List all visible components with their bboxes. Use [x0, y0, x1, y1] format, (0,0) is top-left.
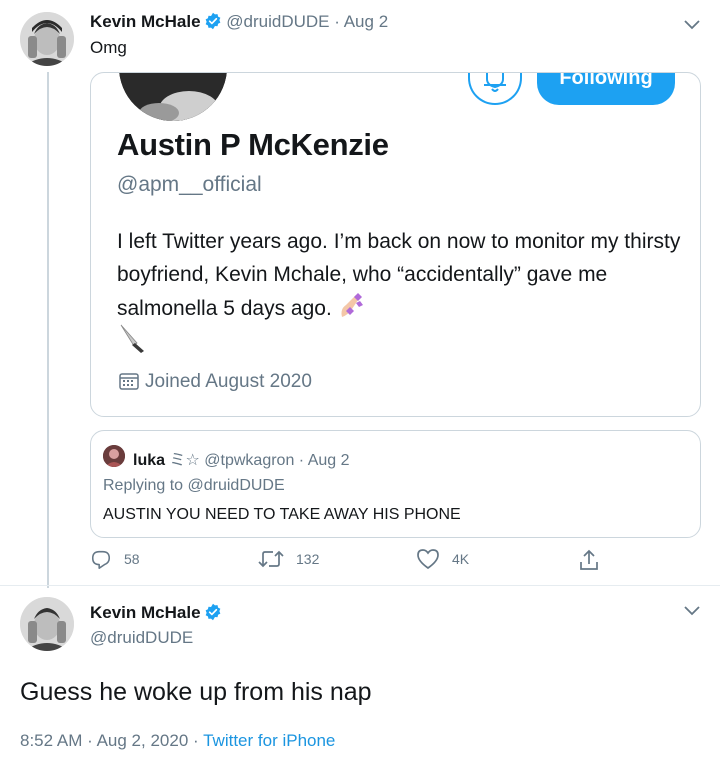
tweet-source-link[interactable]: Twitter for iPhone — [203, 731, 335, 750]
tweet-actions: 58 132 4K — [90, 548, 610, 576]
heart-icon — [417, 549, 439, 570]
knife-icon — [117, 323, 147, 358]
share-icon — [580, 549, 598, 570]
retweet-count: 132 — [296, 551, 320, 567]
tweet-text: Guess he woke up from his nap — [20, 678, 372, 706]
tweet-time[interactable]: 8:52 AM — [20, 731, 82, 750]
reply-date[interactable]: Aug 2 — [308, 452, 350, 469]
author-name[interactable]: Kevin McHale — [90, 12, 201, 31]
reply-handle[interactable]: @tpwkagron — [204, 452, 294, 469]
replying-prefix: Replying to — [103, 477, 184, 494]
reply-button[interactable]: 58 — [90, 548, 140, 570]
profile-avatar — [119, 73, 227, 121]
share-button[interactable] — [578, 548, 612, 572]
retweet-button[interactable]: 132 — [258, 548, 319, 570]
profile-name: Austin P McKenzie — [117, 127, 389, 162]
tweet-meta: 8:52 AM · Aug 2, 2020 · Twitter for iPho… — [20, 731, 335, 751]
like-count: 4K — [452, 551, 470, 567]
chevron-down-icon[interactable] — [682, 18, 702, 32]
reply-text: AUSTIN YOU NEED TO TAKE AWAY HIS PHONE — [103, 506, 461, 523]
reply-avatar — [103, 445, 125, 467]
tweet-text: Omg — [90, 38, 127, 57]
divider — [0, 585, 720, 586]
like-button[interactable]: 4K — [416, 548, 469, 570]
author-name-text[interactable]: Kevin McHale — [90, 603, 201, 622]
embedded-profile-image[interactable]: Following Austin P McKenzie @apm__offici… — [90, 72, 701, 417]
avatar[interactable] — [20, 597, 74, 651]
calendar-icon — [119, 373, 139, 390]
author-handle[interactable]: @druidDUDE — [226, 12, 329, 31]
chevron-down-icon[interactable] — [682, 604, 702, 618]
reply-count: 58 — [124, 551, 140, 567]
separator: · — [193, 731, 199, 750]
separator: · — [334, 12, 340, 31]
verified-icon — [204, 603, 222, 626]
avatar[interactable] — [20, 12, 74, 66]
tweet-header: Kevin McHale @druidDUDE · Aug 2 — [90, 12, 388, 35]
joined-text: Joined August 2020 — [145, 371, 312, 392]
profile-handle: @apm__official — [117, 173, 262, 196]
verified-icon — [204, 12, 222, 35]
retweet-icon — [258, 550, 284, 568]
joined-date: Joined August 2020 — [119, 371, 312, 393]
replying-to: Replying to @druidDUDE — [103, 477, 285, 495]
reply-icon — [91, 550, 111, 569]
embedded-reply-card[interactable]: luka ミ☆ @tpwkagron · Aug 2 Replying to @… — [90, 430, 701, 538]
tweet-date[interactable]: Aug 2 — [344, 12, 388, 31]
nail-polish-icon — [336, 291, 366, 331]
profile-bio: I left Twitter years ago. I’m back on no… — [117, 225, 687, 331]
author-name[interactable]: Kevin McHale — [90, 603, 222, 626]
reply-author-name[interactable]: luka — [133, 452, 165, 469]
separator: · — [298, 452, 305, 469]
profile-bio-text: I left Twitter years ago. I’m back on no… — [117, 230, 681, 320]
replying-mention[interactable]: @druidDUDE — [188, 477, 285, 494]
quoted-tweet: Kevin McHale @druidDUDE · Aug 2 Omg Foll… — [0, 0, 720, 588]
tweet-date[interactable]: Aug 2, 2020 — [97, 731, 189, 750]
reply-header: luka ミ☆ @tpwkagron · Aug 2 — [133, 446, 350, 470]
separator: · — [87, 731, 93, 750]
notification-bell-button[interactable] — [468, 73, 522, 105]
author-handle[interactable]: @druidDUDE — [90, 628, 193, 648]
reply-name-suffix: ミ☆ — [169, 452, 200, 469]
following-button[interactable]: Following — [537, 73, 675, 105]
thread-line — [47, 72, 49, 588]
